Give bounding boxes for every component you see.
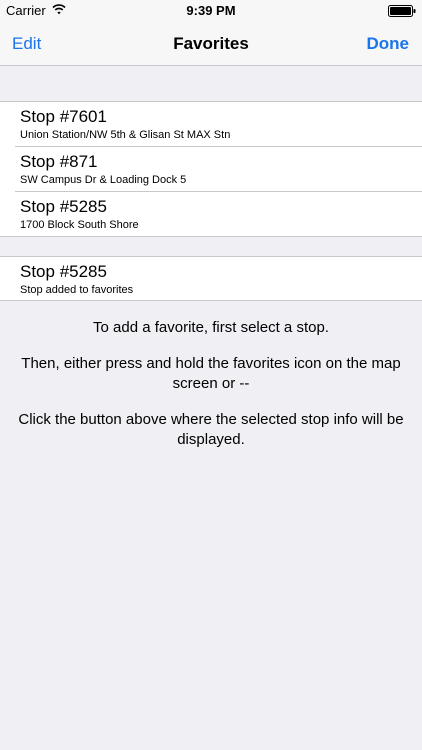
help-line-press-hold: Then, either press and hold the favorite… — [21, 355, 401, 392]
favorite-row[interactable]: Stop #7601 Union Station/NW 5th & Glisan… — [0, 102, 422, 147]
favorite-stop-location: Union Station/NW 5th & Glisan St MAX Stn — [20, 129, 231, 141]
favorite-stop-title: Stop #5285 — [20, 197, 107, 216]
navigation-bar: Edit Favorites Done — [0, 22, 422, 66]
favorite-stop-location: SW Campus Dr & Loading Dock 5 — [20, 174, 187, 186]
battery-icon — [388, 5, 416, 17]
help-line-click-button: Click the button above where the selecte… — [18, 411, 404, 448]
favorite-row[interactable]: Stop #5285 1700 Block South Shore — [0, 191, 422, 237]
favorite-stop-title: Stop #871 — [20, 152, 98, 171]
current-stop-title: Stop #5285 — [20, 262, 107, 281]
current-stop-row[interactable]: Stop #5285 Stop added to favorites — [0, 257, 422, 302]
done-button[interactable]: Done — [367, 34, 410, 54]
current-stop-section: Stop #5285 Stop added to favorites — [0, 256, 422, 301]
help-line-select-stop: To add a favorite, first select a stop. — [93, 319, 329, 336]
page-title: Favorites — [173, 34, 249, 53]
status-time: 9:39 PM — [186, 3, 236, 18]
favorite-row[interactable]: Stop #871 SW Campus Dr & Loading Dock 5 — [0, 146, 422, 192]
help-text: To add a favorite, first select a stop. … — [0, 318, 422, 466]
current-stop-status: Stop added to favorites — [20, 284, 134, 296]
favorites-list: Stop #7601 Union Station/NW 5th & Glisan… — [0, 101, 422, 237]
favorite-stop-title: Stop #7601 — [20, 107, 107, 126]
status-bar: Carrier 9:39 PM — [0, 0, 422, 22]
favorite-stop-location: 1700 Block South Shore — [20, 219, 139, 231]
